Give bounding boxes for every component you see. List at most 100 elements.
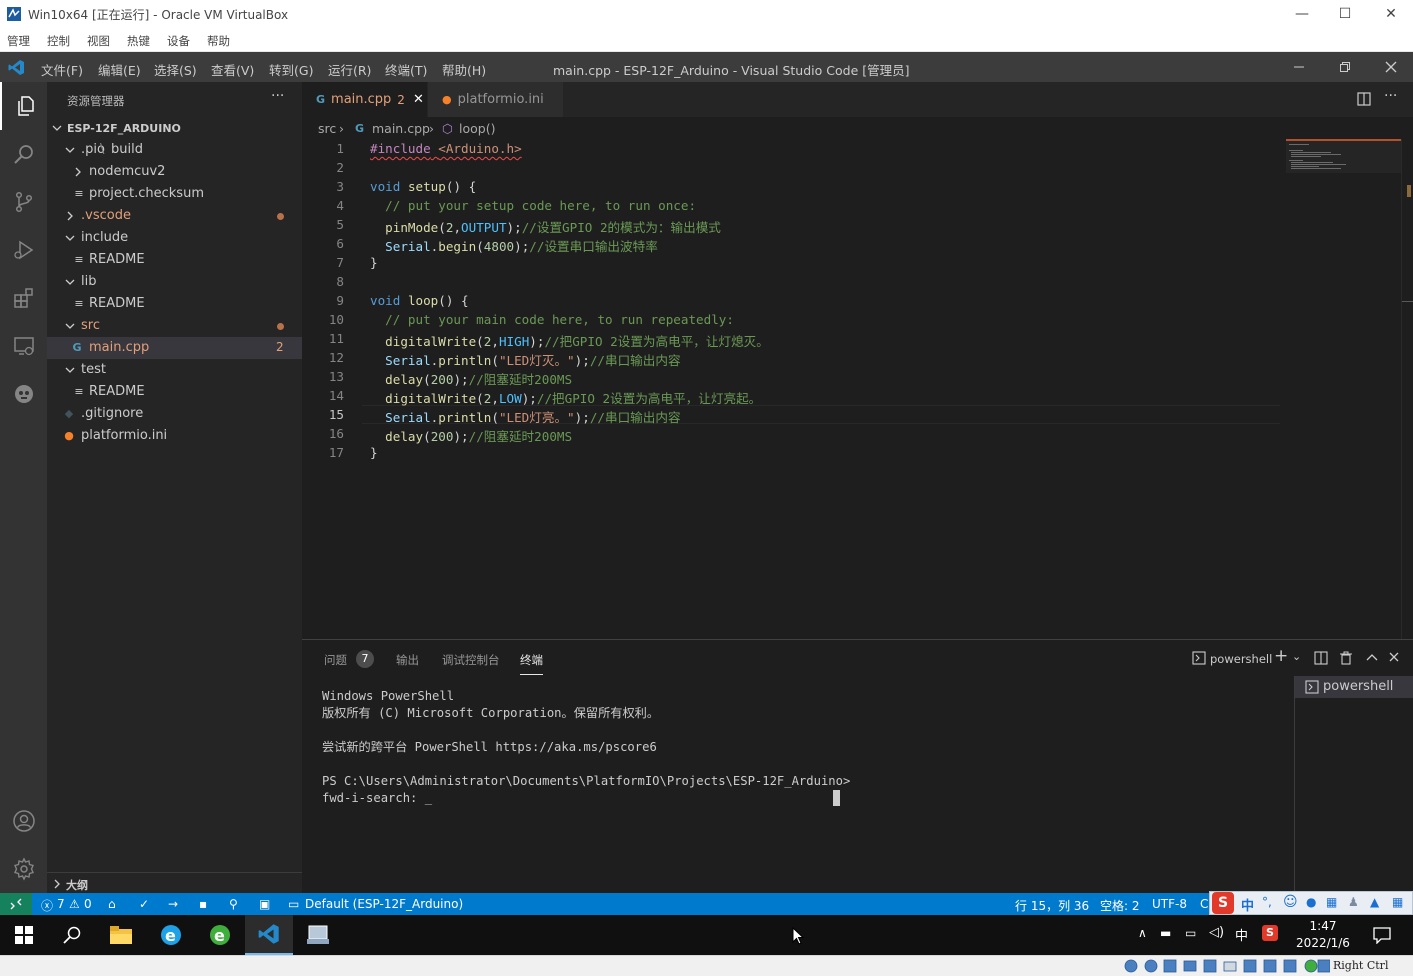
editor-scrollbar[interactable] (1401, 139, 1413, 639)
tray-sogou-icon[interactable]: S (1262, 925, 1278, 941)
tree-folder-pio[interactable]: .pio \ build (47, 139, 302, 161)
tray-network-icon[interactable]: ▭ (1185, 926, 1196, 940)
remote-explorer-icon[interactable] (0, 322, 47, 370)
menu-go[interactable]: 转到(G) (269, 60, 313, 79)
trash-icon[interactable] (1340, 651, 1352, 665)
warning-count[interactable]: 0 (84, 897, 92, 911)
chevron-down-icon[interactable]: ⌄ (1292, 650, 1301, 663)
tray-volume-icon[interactable]: ◁) (1209, 925, 1224, 940)
code-editor[interactable]: 1 2 3 4 5 6 7 8 9 10 11 12 13 14 15 16 17 #include <Ardu… (302, 139, 1413, 639)
microphone-icon[interactable]: ● (1306, 895, 1316, 909)
vm-app-taskbar-icon[interactable] (294, 915, 342, 955)
outline-section-header[interactable]: 大纲 (47, 872, 302, 894)
menu-view[interactable]: 视图 (87, 33, 110, 49)
terminal-list-item[interactable]: powershell (1295, 676, 1413, 698)
vbox-device-icons[interactable] (1124, 959, 1330, 973)
panel-tab-output[interactable]: 输出 (396, 652, 419, 668)
360-browser-icon[interactable]: e (196, 915, 244, 955)
terminal-shell-name[interactable]: powershell (1210, 652, 1272, 666)
explorer-icon[interactable] (0, 82, 47, 130)
panel-tab-debug-console[interactable]: 调试控制台 (442, 652, 500, 668)
tray-chevron-up-icon[interactable]: ∧ (1138, 926, 1147, 940)
pio-home-icon[interactable]: ⌂ (108, 897, 116, 911)
vscode-minimize-button[interactable] (1276, 52, 1322, 82)
breadcrumb-folder[interactable]: src (318, 121, 336, 136)
file-encoding[interactable]: UTF-8 (1152, 897, 1187, 911)
accounts-icon[interactable] (0, 797, 47, 845)
pio-serial-plug-icon[interactable]: ⚲ (229, 897, 238, 911)
menu-hotkeys[interactable]: 热键 (127, 33, 150, 49)
taskbar-clock[interactable]: 1:47 2022/1/6 (1290, 918, 1356, 952)
menu-view[interactable]: 查看(V) (211, 60, 254, 79)
tree-folder-test[interactable]: test (47, 359, 302, 381)
more-actions-icon[interactable]: ··· (1384, 88, 1397, 104)
maximize-panel-chevron-up-icon[interactable] (1366, 652, 1378, 662)
tree-file-readme[interactable]: ≡ README (47, 381, 302, 403)
ime-mode[interactable]: 中 (1241, 895, 1254, 914)
platformio-icon[interactable] (0, 370, 47, 418)
tree-folder-include[interactable]: include (47, 227, 302, 249)
file-explorer-icon[interactable] (97, 915, 145, 955)
tab-close-icon[interactable]: ✕ (413, 92, 424, 107)
skin-icon[interactable]: ▲ (1370, 895, 1379, 909)
panel-tab-problems[interactable]: 问题 (324, 652, 347, 668)
notification-center-icon[interactable] (1373, 926, 1391, 944)
close-button[interactable]: ✕ (1368, 0, 1413, 28)
breadcrumb-file[interactable]: main.cpp (372, 121, 430, 136)
tray-ime-label[interactable]: 中 (1235, 925, 1248, 944)
menu-edit[interactable]: 编辑(E) (98, 60, 141, 79)
ime-toolbar[interactable]: S 中 °, ☺ ● ▦ ♟ ▲ ▦ (1209, 891, 1413, 915)
settings-gear-icon[interactable] (0, 845, 47, 893)
cursor-position[interactable]: 行 15，列 36 (1015, 897, 1089, 914)
end-of-line[interactable]: C (1200, 897, 1208, 911)
tree-file-main-cpp[interactable]: G main.cpp 2 (47, 337, 302, 359)
taskbar-search-icon[interactable] (48, 915, 96, 955)
ie-browser-icon[interactable]: e (147, 915, 195, 955)
maximize-button[interactable]: ☐ (1322, 0, 1368, 28)
search-icon[interactable] (0, 130, 47, 178)
start-windows-icon[interactable] (0, 915, 48, 955)
close-panel-icon[interactable] (1389, 652, 1399, 662)
tree-folder-nodemcuv2[interactable]: nodemcuv2 (47, 161, 302, 183)
indentation[interactable]: 空格: 2 (1100, 897, 1140, 914)
menu-selection[interactable]: 选择(S) (154, 60, 197, 79)
explorer-more-actions-button[interactable]: ··· (271, 88, 284, 104)
menu-devices[interactable]: 设备 (167, 33, 190, 49)
tree-file-gitignore[interactable]: ◆ .gitignore (47, 403, 302, 425)
tab-platformio-ini[interactable]: ● platformio.ini (428, 82, 563, 117)
tree-file-readme[interactable]: ≡ README (47, 249, 302, 271)
user-icon[interactable]: ♟ (1348, 895, 1359, 909)
pio-clean-trash-icon[interactable]: ▪ (199, 897, 207, 911)
minimize-button[interactable]: — (1279, 0, 1325, 28)
vscode-restore-button[interactable] (1322, 52, 1368, 82)
menu-control[interactable]: 控制 (47, 33, 70, 49)
menu-run[interactable]: 运行(R) (328, 60, 371, 79)
extensions-icon[interactable] (0, 274, 47, 322)
tree-folder-vscode[interactable]: .vscode (47, 205, 302, 227)
split-terminal-icon[interactable] (1314, 651, 1328, 665)
project-root-folder[interactable]: ESP-12F_ARDUINO (47, 117, 302, 139)
vscode-taskbar-icon[interactable] (245, 915, 293, 955)
punctuation-icon[interactable]: °, (1262, 895, 1272, 909)
menu-manage[interactable]: 管理 (7, 33, 30, 49)
pio-build-check-icon[interactable]: ✓ (139, 897, 149, 911)
toolbox-icon[interactable]: ▦ (1392, 895, 1403, 909)
run-debug-icon[interactable] (0, 226, 47, 274)
source-control-icon[interactable] (0, 178, 47, 226)
menu-help[interactable]: 帮助(H) (442, 60, 486, 79)
breadcrumb-symbol[interactable]: loop() (459, 121, 495, 136)
pio-terminal-icon[interactable]: ▣ (259, 897, 270, 911)
panel-tab-terminal[interactable]: 终端 (520, 652, 543, 675)
tree-file-project-checksum[interactable]: ≡ project.checksum (47, 183, 302, 205)
pio-upload-arrow-icon[interactable]: → (168, 897, 178, 911)
menu-file[interactable]: 文件(F) (41, 60, 83, 79)
menu-terminal[interactable]: 终端(T) (385, 60, 427, 79)
tree-file-platformio-ini[interactable]: ● platformio.ini (47, 425, 302, 447)
terminal-output[interactable]: Windows PowerShell 版权所有 (C) Microsoft Co… (322, 688, 850, 807)
pio-environment[interactable]: Default (ESP-12F_Arduino) (305, 897, 463, 911)
tray-battery-icon[interactable]: ▬ (1160, 926, 1171, 940)
emoji-icon[interactable]: ☺ (1283, 894, 1298, 910)
menu-help[interactable]: 帮助 (207, 33, 230, 49)
keyboard-icon[interactable]: ▦ (1326, 895, 1337, 909)
split-editor-icon[interactable] (1357, 92, 1371, 106)
